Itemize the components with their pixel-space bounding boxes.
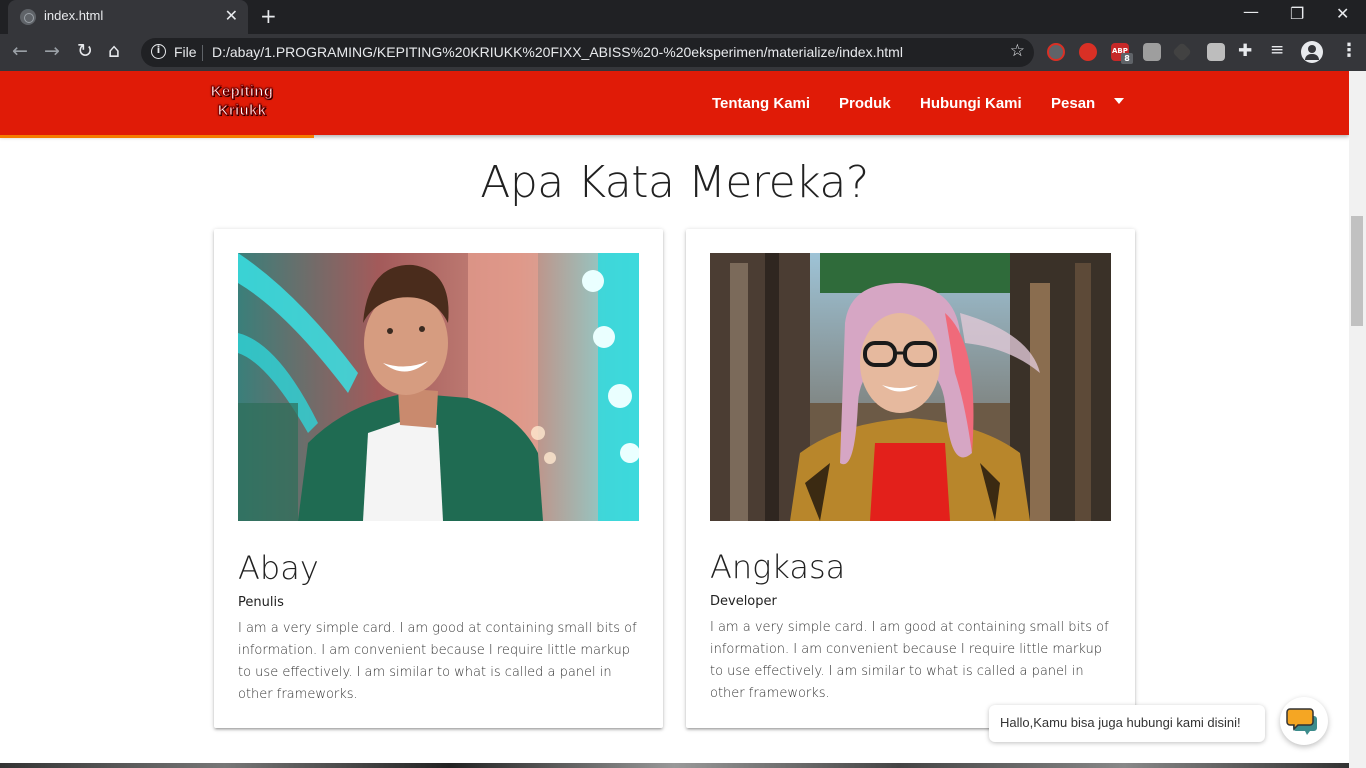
browser-tab[interactable]: index.html ✕: [8, 0, 248, 34]
card-image: [710, 253, 1111, 521]
card-image: [238, 253, 639, 521]
bookmark-star-icon[interactable]: ☆: [1010, 41, 1025, 61]
scrollbar-thumb[interactable]: [1351, 216, 1363, 326]
nav-link-pesan[interactable]: Pesan: [1051, 95, 1095, 112]
nav-link-produk[interactable]: Produk: [839, 95, 891, 112]
logo-line-1: Kepiting: [210, 83, 274, 101]
logo-line-2: Kriukk: [217, 102, 267, 120]
profile-avatar-icon[interactable]: [1301, 41, 1323, 63]
new-tab-button[interactable]: +: [260, 4, 277, 28]
section-title: Apa Kata Mereka?: [480, 157, 869, 208]
home-icon[interactable]: ⌂: [108, 40, 120, 62]
stop-extension-icon[interactable]: [1079, 43, 1097, 61]
blocker-extension-icon[interactable]: [1047, 43, 1065, 61]
address-url[interactable]: D:/abay/1.PROGRAMING/KEPITING%20KRIUKK%2…: [212, 44, 903, 60]
browser-titlebar: index.html ✕ + — ❐ ✕: [0, 0, 1366, 34]
testimonial-card: Angkasa Developer I am a very simple car…: [686, 229, 1135, 728]
site-navbar: Kepiting Kriukk Tentang Kami Produk Hubu…: [0, 71, 1349, 135]
puzzle-icon[interactable]: ✚: [1238, 41, 1252, 61]
info-icon[interactable]: i: [151, 44, 166, 59]
portrait-photo: [238, 253, 639, 521]
tab-title: index.html: [44, 8, 104, 23]
testimonial-card: Abay Penulis I am a very simple card. I …: [214, 229, 663, 728]
screenshot-extension-icon[interactable]: [1207, 43, 1225, 61]
caret-down-icon[interactable]: [1114, 98, 1124, 104]
forward-icon[interactable]: →: [44, 40, 60, 62]
address-scheme: File: [174, 44, 197, 60]
page-scrollbar[interactable]: [1349, 71, 1366, 768]
address-separator: [202, 45, 203, 61]
page-viewport: Kepiting Kriukk Tentang Kami Produk Hubu…: [0, 71, 1366, 768]
menu-kebab-icon[interactable]: ⋮: [1340, 40, 1358, 61]
chat-button[interactable]: [1280, 697, 1328, 745]
minimize-icon[interactable]: —: [1243, 2, 1259, 21]
pdf-extension-icon[interactable]: [1143, 43, 1161, 61]
globe-icon: [20, 9, 36, 25]
close-tab-icon[interactable]: ✕: [225, 6, 238, 25]
card-role: Penulis: [238, 595, 284, 610]
media-queue-icon[interactable]: ≡: [1270, 40, 1284, 60]
back-icon[interactable]: ←: [12, 40, 28, 62]
extension-badge: 8: [1121, 53, 1133, 64]
restore-icon[interactable]: ❐: [1290, 4, 1304, 23]
close-window-icon[interactable]: ✕: [1336, 4, 1349, 23]
card-text: I am a very simple card. I am good at co…: [710, 620, 1109, 701]
card-role: Developer: [710, 594, 777, 609]
card-text: I am a very simple card. I am good at co…: [238, 621, 637, 702]
site-logo[interactable]: Kepiting Kriukk: [206, 82, 278, 124]
reload-icon[interactable]: ↻: [77, 40, 93, 62]
nav-link-tentang-kami[interactable]: Tentang Kami: [712, 95, 810, 112]
browser-toolbar: ← → ↻ ⌂ i File D:/abay/1.PROGRAMING/KEPI…: [0, 34, 1366, 71]
adblock-extension-icon[interactable]: ABP 8: [1111, 43, 1133, 64]
page-progress-bar: [0, 135, 314, 138]
portrait-photo: [710, 253, 1111, 521]
address-bar[interactable]: i File D:/abay/1.PROGRAMING/KEPITING%20K…: [141, 38, 1034, 67]
chat-greeting-bubble[interactable]: Hallo,Kamu bisa juga hubungi kami disini…: [989, 705, 1265, 742]
card-name: Angkasa: [710, 548, 846, 586]
chat-icon: [1286, 708, 1317, 735]
eraser-extension-icon[interactable]: [1172, 42, 1192, 62]
nav-link-hubungi-kami[interactable]: Hubungi Kami: [920, 95, 1022, 112]
next-section-edge: [0, 763, 1349, 768]
card-name: Abay: [238, 549, 319, 587]
